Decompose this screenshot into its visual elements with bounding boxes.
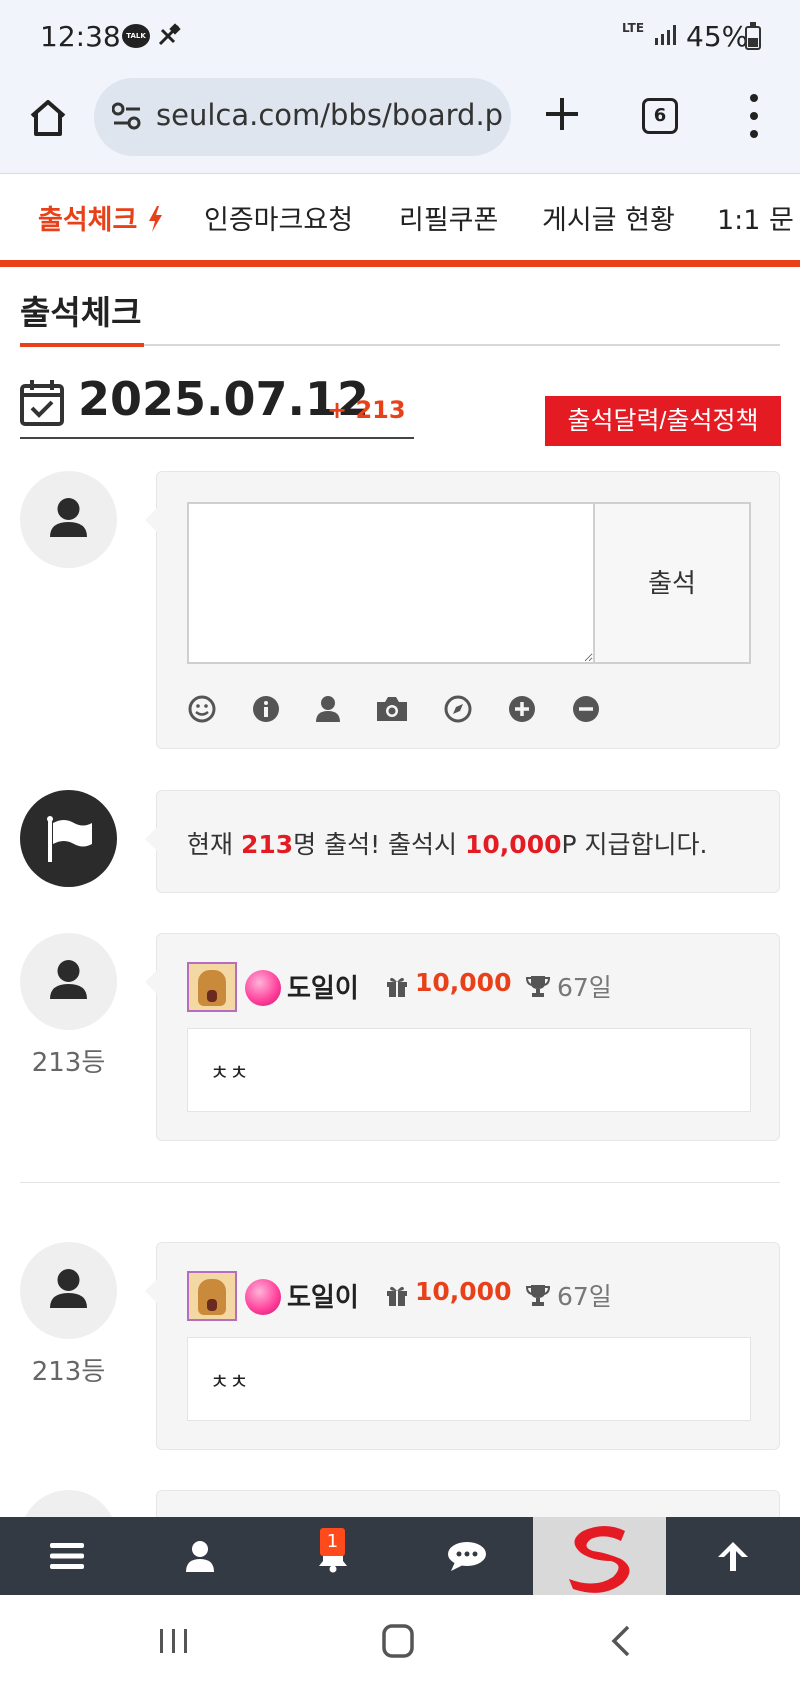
status-bar: 12:38 TALK LTE 45% — [0, 0, 800, 74]
notice-suffix: P 지급합니다. — [561, 830, 708, 859]
member-name[interactable]: 도일이 — [287, 968, 359, 1005]
site-settings-icon[interactable] — [112, 102, 142, 130]
title-accent — [20, 343, 144, 347]
smile-icon[interactable] — [187, 694, 217, 724]
attendance-entry: 도일이 10,000 67일 ㅊㅊ — [145, 933, 780, 1141]
address-bar[interactable]: seulca.com/bbs/board.p — [94, 78, 511, 156]
bottom-toolbar — [0, 1517, 800, 1595]
level-badge-icon — [245, 1279, 281, 1315]
scroll-top-button[interactable] — [666, 1517, 800, 1595]
notice-points: 10,000 — [465, 830, 562, 859]
member-name[interactable]: 도일이 — [287, 1277, 359, 1314]
minus-circle-icon[interactable] — [571, 694, 601, 724]
back-icon[interactable] — [600, 1621, 644, 1661]
notice-text: 현재 213명 출석! 출석시 10,000P 지급합니다. — [187, 825, 707, 861]
battery-level: 45% — [686, 20, 749, 53]
lightning-icon — [148, 206, 162, 232]
avatar — [20, 471, 117, 568]
user-icon — [50, 960, 87, 999]
recent-apps-icon[interactable] — [152, 1621, 196, 1661]
tab-post-status[interactable]: 게시글 현황 — [542, 198, 675, 237]
notice-count: 213 — [240, 830, 294, 859]
notice-panel: 현재 213명 출석! 출석시 10,000P 지급합니다. — [145, 790, 780, 893]
gift-icon — [387, 977, 407, 997]
camera-icon[interactable] — [375, 694, 409, 724]
system-navigation — [0, 1595, 800, 1689]
entry-points: 10,000 — [415, 1277, 512, 1306]
level-badge-icon — [245, 970, 281, 1006]
home-icon[interactable] — [24, 94, 72, 142]
avatar — [20, 1242, 117, 1339]
chat-button[interactable] — [400, 1517, 533, 1595]
info-icon[interactable] — [251, 694, 281, 724]
tab-cert-mark[interactable]: 인증마크요청 — [204, 198, 353, 237]
tab-label: 출석체크 — [38, 205, 138, 236]
notice-middle: 명 출석! 출석시 — [293, 830, 466, 859]
tab-switcher-button[interactable]: 6 — [642, 98, 678, 134]
bars-icon — [49, 1543, 84, 1569]
entry-message: ㅊㅊ — [187, 1337, 751, 1421]
entry-rank: 213등 — [31, 1357, 106, 1387]
date-underline — [20, 437, 414, 439]
user-icon — [185, 1541, 214, 1572]
attendance-count: + 213 — [327, 396, 406, 424]
menu-button[interactable] — [0, 1517, 133, 1595]
notification-badge: 1 — [320, 1528, 345, 1556]
tab-inquiry[interactable]: 1:1 문 — [717, 198, 794, 237]
home-nav-icon[interactable] — [376, 1621, 420, 1661]
gift-icon — [387, 1286, 407, 1306]
browser-toolbar: seulca.com/bbs/board.p 6 — [0, 74, 800, 174]
comment-input[interactable] — [187, 502, 595, 664]
kakaotalk-icon: TALK — [122, 24, 150, 48]
entry-days: 67일 — [557, 1282, 612, 1311]
compass-icon[interactable] — [443, 694, 473, 724]
entry-points: 10,000 — [415, 968, 512, 997]
site-logo-button[interactable] — [533, 1517, 666, 1595]
entry-days: 67일 — [557, 973, 612, 1002]
plus-icon[interactable] — [538, 90, 586, 138]
signal-icon — [655, 25, 676, 45]
avatar — [20, 933, 117, 1030]
category-tabs: 출석체크 인증마크요청 리필쿠폰 게시글 현황 1:1 문 — [0, 176, 800, 260]
entry-message: ㅊㅊ — [187, 1028, 751, 1112]
trophy-icon — [525, 1285, 551, 1306]
arrow-up-icon — [718, 1542, 748, 1571]
comment-icon — [447, 1542, 486, 1571]
calendar-policy-button[interactable]: 출석달력/출석정책 — [545, 396, 781, 446]
attend-form-panel: 출석 — [145, 471, 780, 749]
site-logo-icon — [569, 1526, 630, 1593]
battery-icon — [745, 22, 761, 50]
user-icon — [50, 498, 87, 537]
url-text[interactable]: seulca.com/bbs/board.p — [156, 98, 503, 132]
flag-avatar — [20, 790, 117, 887]
tab-attendance[interactable]: 출석체크 — [38, 198, 163, 237]
more-vertical-icon[interactable] — [740, 92, 768, 140]
nav-underline — [0, 260, 800, 267]
member-avatar[interactable] — [187, 1271, 237, 1321]
member-avatar[interactable] — [187, 962, 237, 1012]
status-time: 12:38 — [40, 20, 121, 53]
attend-button[interactable]: 출석 — [593, 502, 751, 664]
user-icon[interactable] — [313, 694, 343, 724]
page-title: 출석체크 — [20, 293, 142, 332]
attendance-date: 2025.07.12 — [78, 372, 370, 426]
plus-circle-icon[interactable] — [507, 694, 537, 724]
flag-icon — [47, 816, 92, 862]
notice-prefix: 현재 — [187, 830, 241, 859]
entry-rank: 213등 — [31, 1048, 106, 1078]
trophy-icon — [525, 976, 551, 997]
tab-refill-coupon[interactable]: 리필쿠폰 — [399, 198, 498, 237]
network-type: LTE — [622, 21, 645, 35]
attendance-entry: 도일이 10,000 67일 ㅊㅊ — [145, 1242, 780, 1450]
entry-divider — [20, 1182, 780, 1183]
user-icon — [50, 1269, 87, 1308]
mute-icon — [158, 23, 181, 46]
profile-button[interactable] — [133, 1517, 266, 1595]
calendar-check-icon — [20, 380, 64, 426]
